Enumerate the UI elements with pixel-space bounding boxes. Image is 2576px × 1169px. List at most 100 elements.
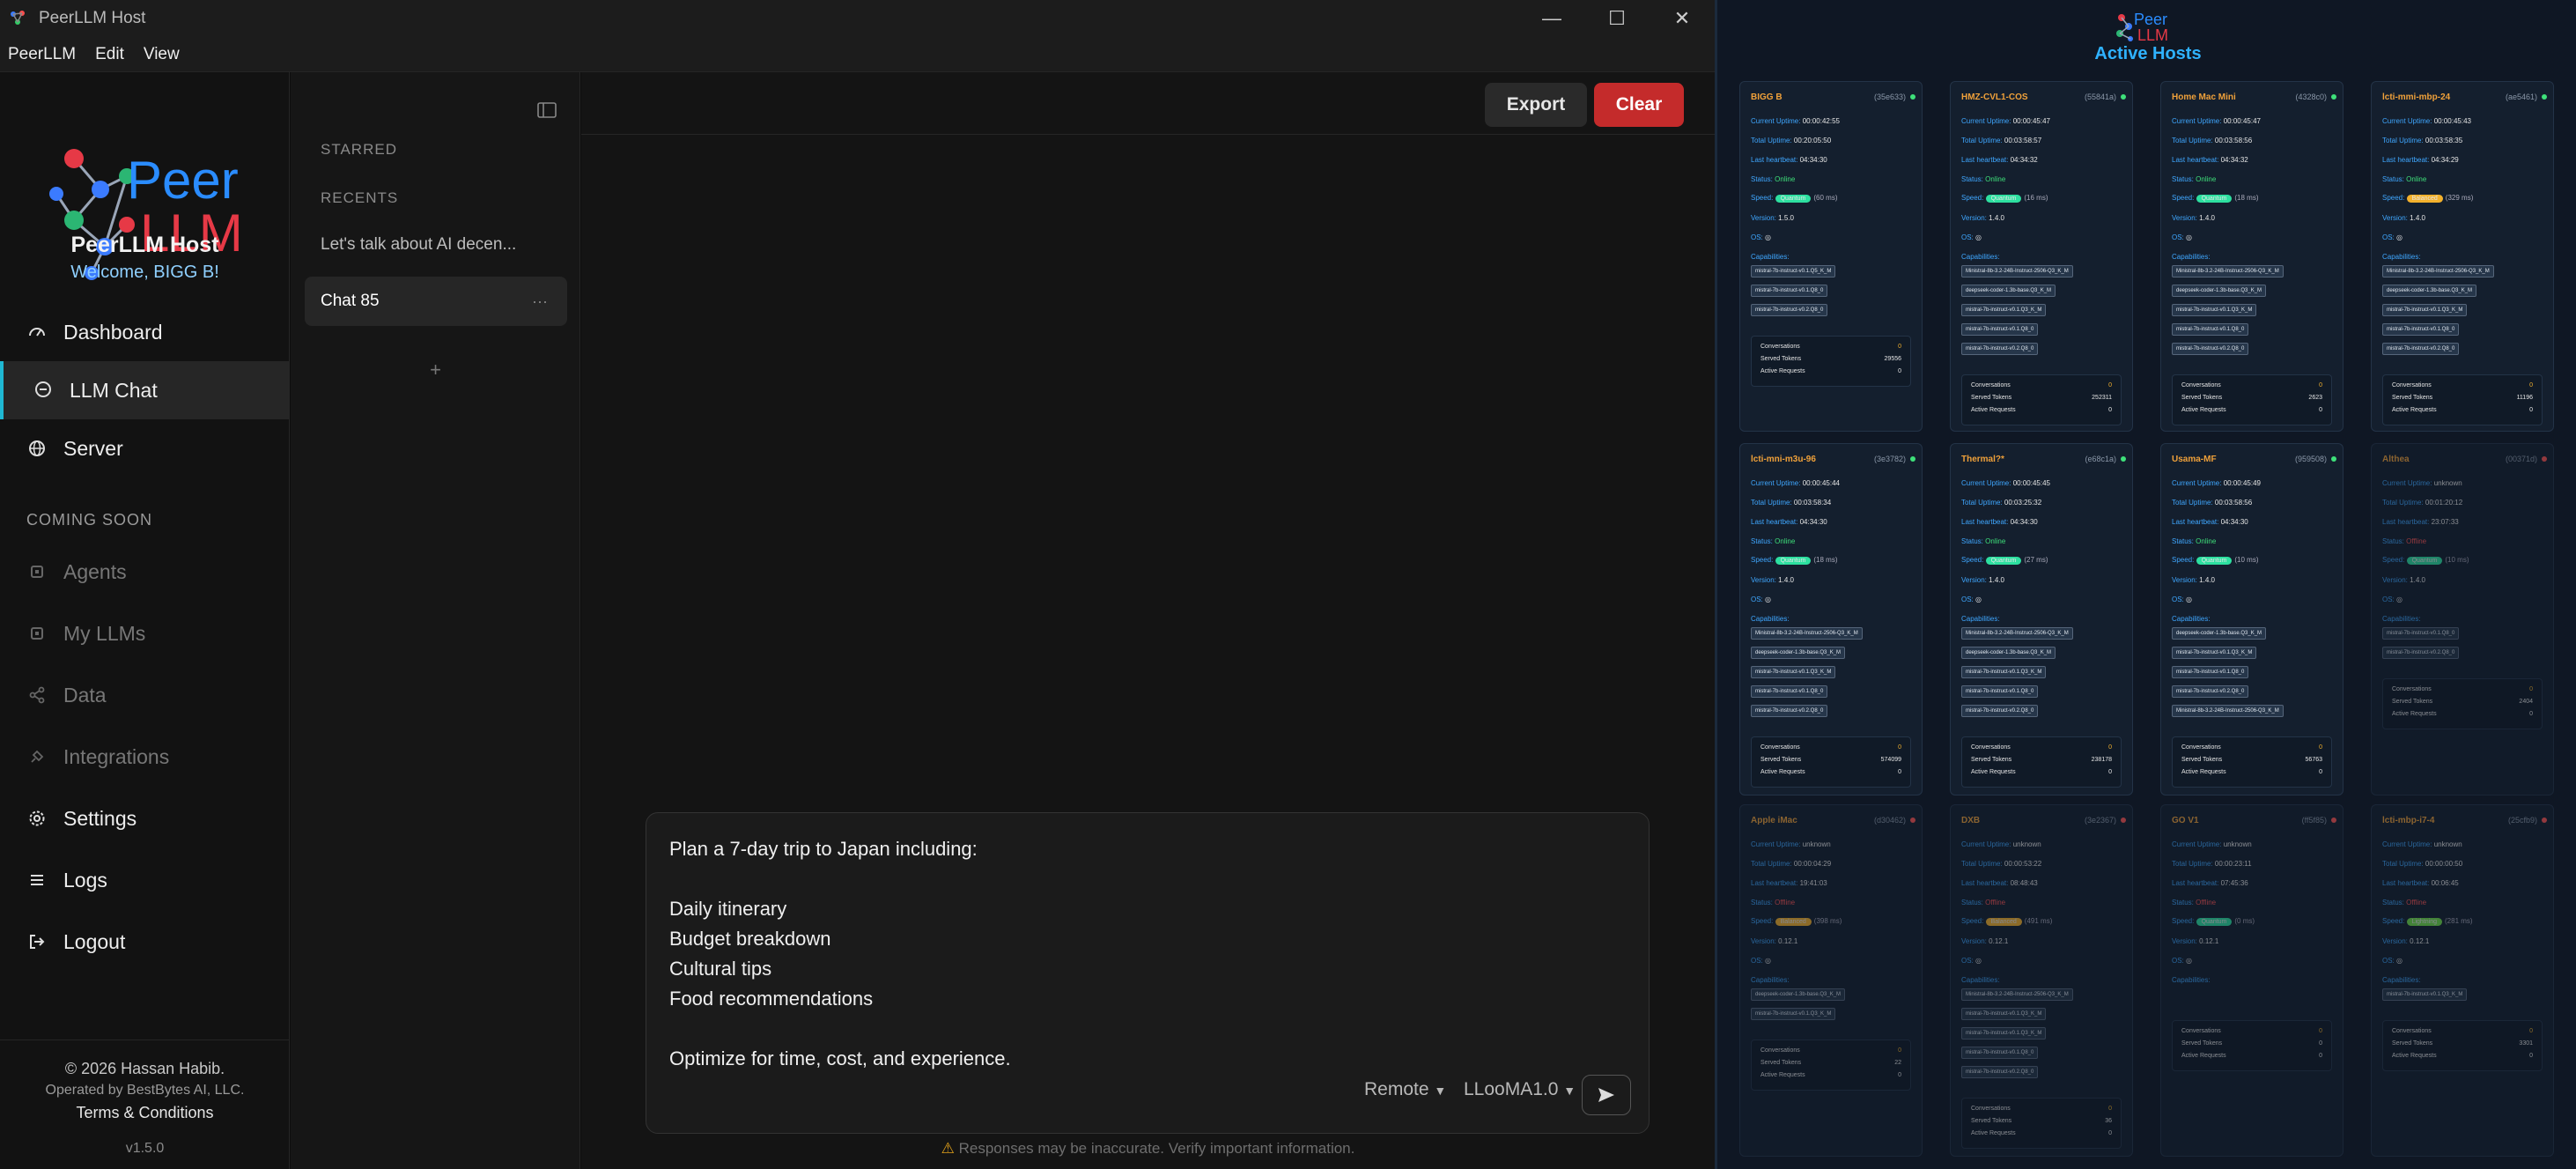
host-capabilities-label: Capabilities:: [2382, 253, 2421, 261]
host-speed-row: Speed: Quantum (10 ms): [2382, 556, 2469, 565]
host-name: lcti-mmi-mbp-24: [2382, 92, 2451, 102]
host-version-row: Version: 1.4.0: [1961, 576, 2004, 584]
host-version-row: Version: 1.4.0: [2382, 214, 2425, 222]
os-icon: ◎: [2396, 233, 2403, 241]
speed-badge: Balanced: [2406, 195, 2443, 203]
speed-badge: Quantum: [2196, 195, 2233, 203]
host-card: Apple iMac (d30462) Current Uptime: unknow…: [1739, 804, 1923, 1157]
host-card: DXB (3e2367) Current Uptime: unknown Total …: [1950, 804, 2133, 1157]
mode-select[interactable]: Remote ▼: [1364, 1079, 1446, 1100]
host-heartbeat-row: Last heartbeat: 04:34:30: [2172, 518, 2248, 526]
chat-title: Chat 85: [321, 292, 380, 310]
more-options-icon[interactable]: ···: [532, 292, 548, 311]
chat-item[interactable]: Let's talk about AI decen...: [305, 220, 567, 270]
nav-server[interactable]: Server: [0, 419, 290, 477]
sidebar-toggle-icon[interactable]: [537, 102, 557, 118]
plug-icon: [26, 746, 48, 767]
capability-tag: deepseek-coder-1.3b-base.Q3_K_M: [2172, 285, 2267, 297]
nav-dashboard[interactable]: Dashboard: [0, 303, 290, 361]
peerllm-small-logo: Peer LLM: [2116, 11, 2168, 44]
host-id: (3e2367): [2084, 816, 2116, 825]
status-dot-icon: [1910, 94, 1915, 100]
status-dot-icon: [2542, 818, 2547, 823]
nav-logs[interactable]: Logs: [0, 851, 290, 909]
nav-llm-chat[interactable]: LLM Chat: [0, 361, 290, 419]
host-os-row: OS: ◎: [2172, 596, 2192, 603]
maximize-icon[interactable]: ☐: [1584, 0, 1650, 37]
status-dot-icon: [2121, 94, 2126, 100]
message-composer[interactable]: Plan a 7-day trip to Japan including: Dai…: [646, 812, 1650, 1134]
menu-edit[interactable]: Edit: [95, 45, 124, 64]
host-current-row: Current Uptime: 00:00:42:55: [1751, 117, 1840, 125]
logo-text-llm: LLM: [2137, 26, 2168, 44]
close-icon[interactable]: ✕: [1650, 0, 1715, 37]
menu-bar: PeerLLM Edit View: [0, 37, 1715, 72]
host-card: Usama-MF (959508) Current Uptime: 00:00:45…: [2160, 443, 2343, 795]
disclaimer: ⚠ Responses may be inaccurate. Verify im…: [941, 1140, 1355, 1157]
host-name: GO V1: [2172, 816, 2199, 825]
os-icon: ◎: [2186, 596, 2192, 603]
prompt-text[interactable]: Plan a 7-day trip to Japan including: Dai…: [669, 834, 1011, 1074]
host-card: BIGG B (35e633) Current Uptime: 00:00:42:5…: [1739, 81, 1923, 432]
host-id: (3e3782): [1873, 455, 1906, 463]
host-current-row: Current Uptime: unknown: [2382, 840, 2462, 848]
host-version-row: Version: 0.12.1: [1751, 937, 1798, 945]
os-icon: ◎: [2186, 233, 2192, 241]
send-button[interactable]: [1582, 1075, 1631, 1115]
host-current-row: Current Uptime: 00:00:45:45: [1961, 479, 2050, 487]
host-os-row: OS: ◎: [1751, 596, 1771, 603]
nav-label: Logs: [63, 868, 107, 892]
capability-tag: mistral-7b-instruct-v0.1.Q8_0: [1961, 685, 2039, 698]
add-chat-icon[interactable]: +: [291, 359, 580, 381]
menu-peerllm[interactable]: PeerLLM: [8, 45, 76, 64]
menu-view[interactable]: View: [144, 45, 180, 64]
os-icon: ◎: [1765, 957, 1771, 965]
host-speed-row: Speed: Quantum (16 ms): [1961, 194, 2048, 203]
capability-tag: mistral-7b-instruct-v0.1.Q3_K_M: [2382, 304, 2468, 316]
host-name: HMZ-CVL1-COS: [1961, 92, 2028, 102]
capability-tag: Ministral-8b-3.2-24B-Instruct-2506-Q3_K_…: [1751, 627, 1863, 640]
export-button[interactable]: Export: [1485, 83, 1587, 127]
capability-tag: Ministral-8b-3.2-24B-Instruct-2506-Q3_K_…: [2172, 705, 2284, 717]
speed-badge: Quantum: [1775, 195, 1812, 203]
capability-tag: mistral-7b-instruct-v0.1.Q3_K_M: [1961, 666, 2047, 678]
title-bar: PeerLLM Host — ☐ ✕: [0, 0, 1715, 37]
host-card: lcti-mmi-mbp-24 (ae5461) Current Uptime: 0…: [2371, 81, 2554, 432]
warning-icon: ⚠: [941, 1140, 955, 1157]
host-speed-row: Speed: Balanced (491 ms): [1961, 917, 2053, 926]
chat-item-selected[interactable]: Chat 85 ···: [305, 277, 567, 326]
host-current-row: Current Uptime: 00:00:45:43: [2382, 117, 2471, 125]
host-status-row: Status: Offline: [2382, 899, 2427, 906]
chip-icon: [26, 561, 48, 582]
host-stats: Conversations 0 Served Tokens 3301 Active Re…: [2382, 1020, 2543, 1071]
nav-label: Dashboard: [63, 320, 163, 344]
host-id: (4328c0): [2295, 92, 2327, 101]
speed-badge: Lightning: [2406, 918, 2443, 926]
host-heartbeat-row: Last heartbeat: 19:41:03: [1751, 879, 1827, 887]
nav-label: Logout: [63, 929, 126, 953]
copyright-text: © 2026 Hassan Habib.: [64, 1060, 225, 1077]
host-status-row: Status: Offline: [2382, 537, 2427, 545]
send-icon: [1598, 1088, 1614, 1102]
host-speed-row: Speed: Quantum (60 ms): [1751, 194, 1838, 203]
host-name: Home Mac Mini: [2172, 92, 2236, 102]
host-speed-row: Speed: Quantum (0 ms): [2172, 917, 2255, 926]
terms-link[interactable]: Terms & Conditions: [0, 1104, 290, 1122]
capability-tag: deepseek-coder-1.3b-base.Q3_K_M: [1751, 988, 1846, 1001]
model-select[interactable]: LLooMA1.0 ▼: [1464, 1079, 1576, 1100]
logo-text-peer: Peer: [2134, 11, 2167, 28]
nav-logout[interactable]: Logout: [0, 913, 290, 971]
host-speed-row: Speed: Quantum (27 ms): [1961, 556, 2048, 565]
minimize-icon[interactable]: —: [1519, 0, 1584, 37]
nav-label: Data: [63, 683, 107, 707]
capability-tag: Ministral-8b-3.2-24B-Instruct-2506-Q3_K_…: [2382, 265, 2494, 277]
host-stats: Conversations 0 Served Tokens 22 Active Requ…: [1751, 1040, 1911, 1091]
chip-icon: [26, 623, 48, 644]
nav-settings[interactable]: Settings: [0, 789, 290, 847]
status-dot-icon: [2542, 456, 2547, 462]
host-card: Althea (00371d) Current Uptime: unknown Tot…: [2371, 443, 2554, 795]
capability-tag: Ministral-8b-3.2-24B-Instruct-2506-Q3_K_…: [1961, 988, 2073, 1001]
clear-button[interactable]: Clear: [1594, 83, 1684, 127]
host-current-row: Current Uptime: 00:00:45:47: [2172, 117, 2261, 125]
os-icon: ◎: [1975, 957, 1982, 965]
